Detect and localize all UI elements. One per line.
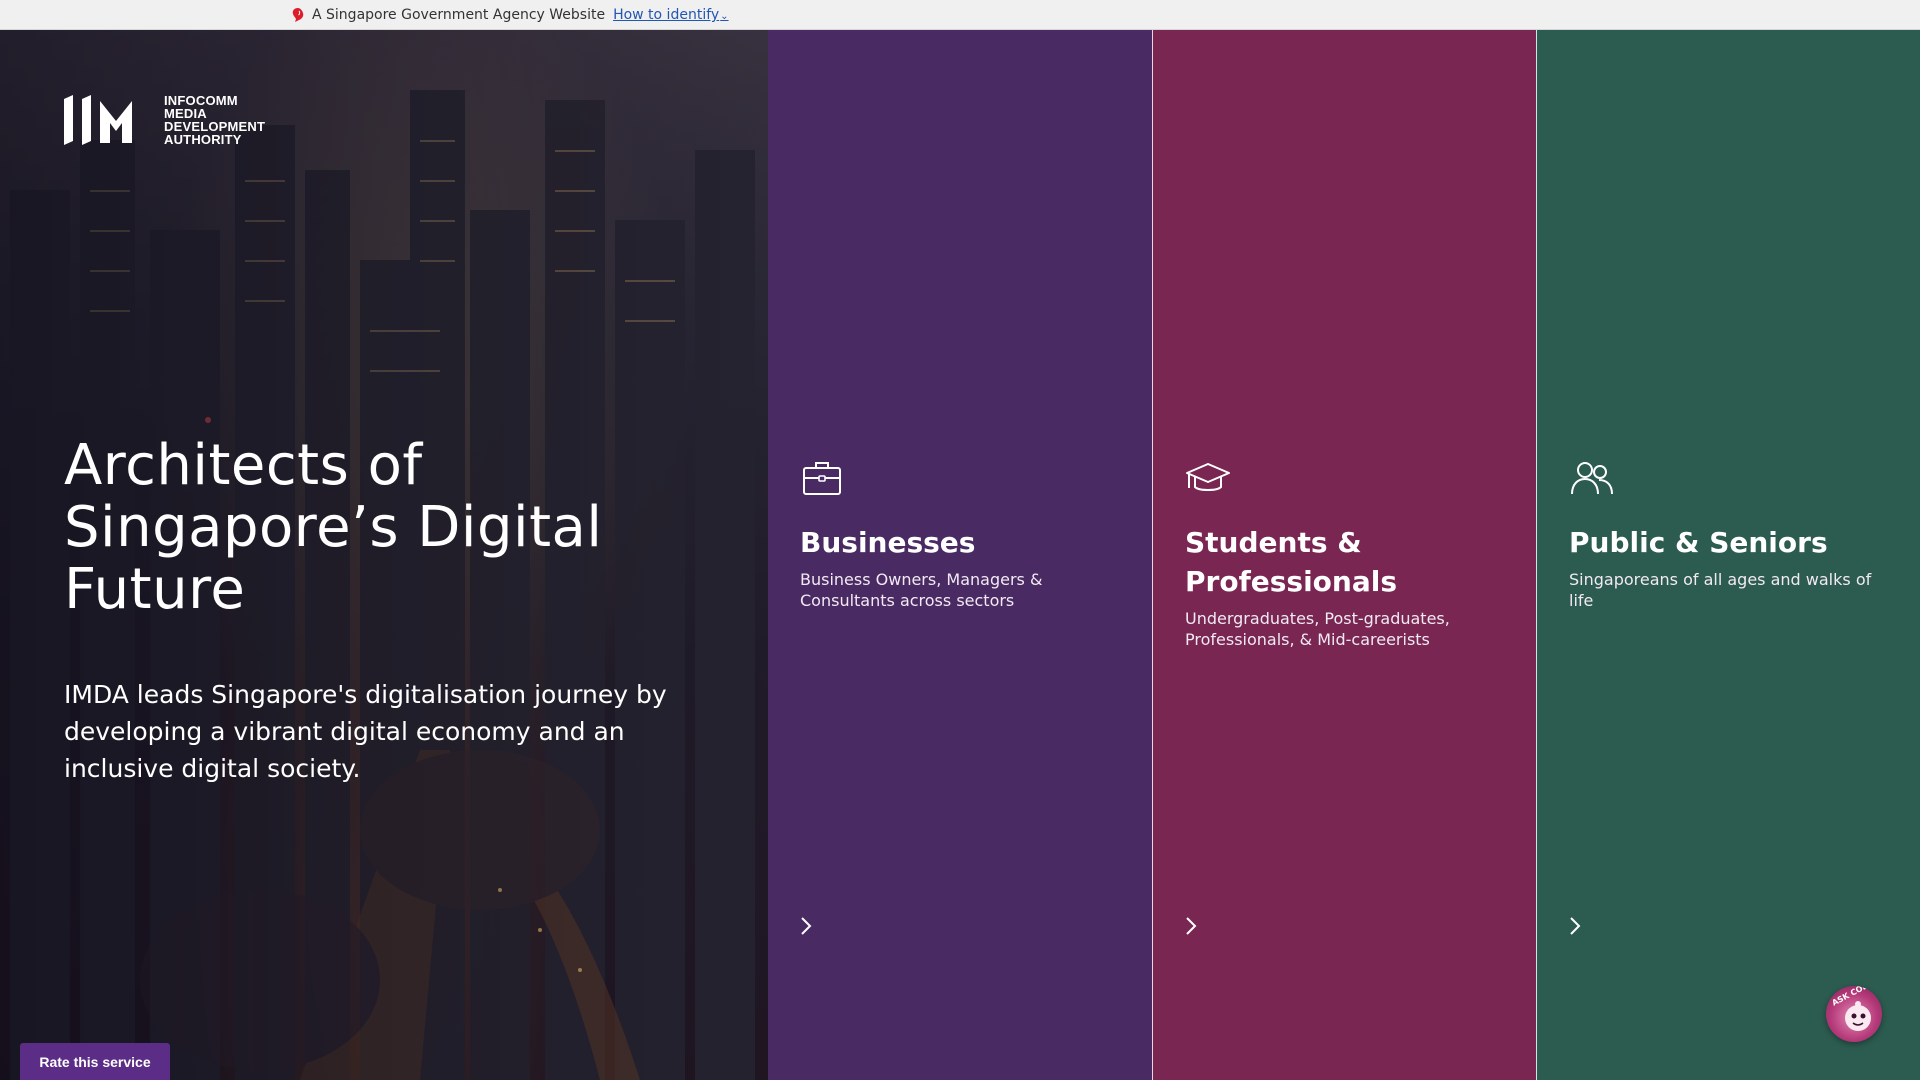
- rate-this-service-button[interactable]: Rate this service: [20, 1043, 170, 1080]
- logo-line: AUTHORITY: [164, 132, 242, 147]
- audience-panel-businesses[interactable]: Businesses Business Owners, Managers & C…: [768, 30, 1152, 1080]
- chevron-right-icon: [1570, 917, 1581, 935]
- chatbot-avatar-icon: [1845, 1001, 1871, 1031]
- hero-subtitle: IMDA leads Singapore's digitalisation jo…: [64, 680, 667, 783]
- briefcase-icon: [803, 462, 841, 495]
- audience-panel-students-professionals[interactable]: Students & Professionals Undergraduates,…: [1152, 30, 1536, 1080]
- hero-section: INFOCOMM MEDIA DEVELOPMENT AUTHORITY Arc…: [0, 30, 768, 1080]
- hero-title: Architects of Singapore’s Digital Future: [64, 433, 603, 622]
- masthead-content: A Singapore Government Agency Website Ho…: [290, 0, 729, 30]
- graduation-cap-icon: [1186, 463, 1230, 491]
- audience-panel-public-seniors[interactable]: Public & Seniors Singaporeans of all age…: [1536, 30, 1920, 1080]
- audience-title: Public & Seniors: [1569, 526, 1828, 559]
- audience-description: Undergraduates, Post-graduates, Professi…: [1185, 609, 1450, 649]
- imda-logo-text: INFOCOMM MEDIA DEVELOPMENT AUTHORITY: [164, 94, 265, 146]
- audience-title: Students & Professionals: [1185, 526, 1397, 598]
- government-masthead: A Singapore Government Agency Website Ho…: [0, 0, 1920, 30]
- masthead-text: A Singapore Government Agency Website: [312, 7, 606, 23]
- chevron-right-icon: [801, 917, 812, 935]
- people-icon: [1571, 462, 1613, 495]
- chevron-right-icon: [1186, 917, 1197, 935]
- lion-head-icon: [292, 8, 304, 22]
- chatbot-launcher[interactable]: ASK CODI: [1826, 986, 1882, 1042]
- audience-description: Singaporeans of all ages and walks of li…: [1569, 570, 1872, 610]
- chevron-down-icon: ⌄: [720, 11, 729, 22]
- imda-logo[interactable]: INFOCOMM MEDIA DEVELOPMENT AUTHORITY: [64, 94, 265, 146]
- how-to-identify-label: How to identify: [613, 7, 720, 23]
- audience-description: Business Owners, Managers & Consultants …: [800, 570, 1043, 610]
- how-to-identify-link[interactable]: How to identify⌄: [613, 7, 729, 23]
- audience-title: Businesses: [800, 526, 976, 559]
- imda-logo-mark: [64, 95, 132, 145]
